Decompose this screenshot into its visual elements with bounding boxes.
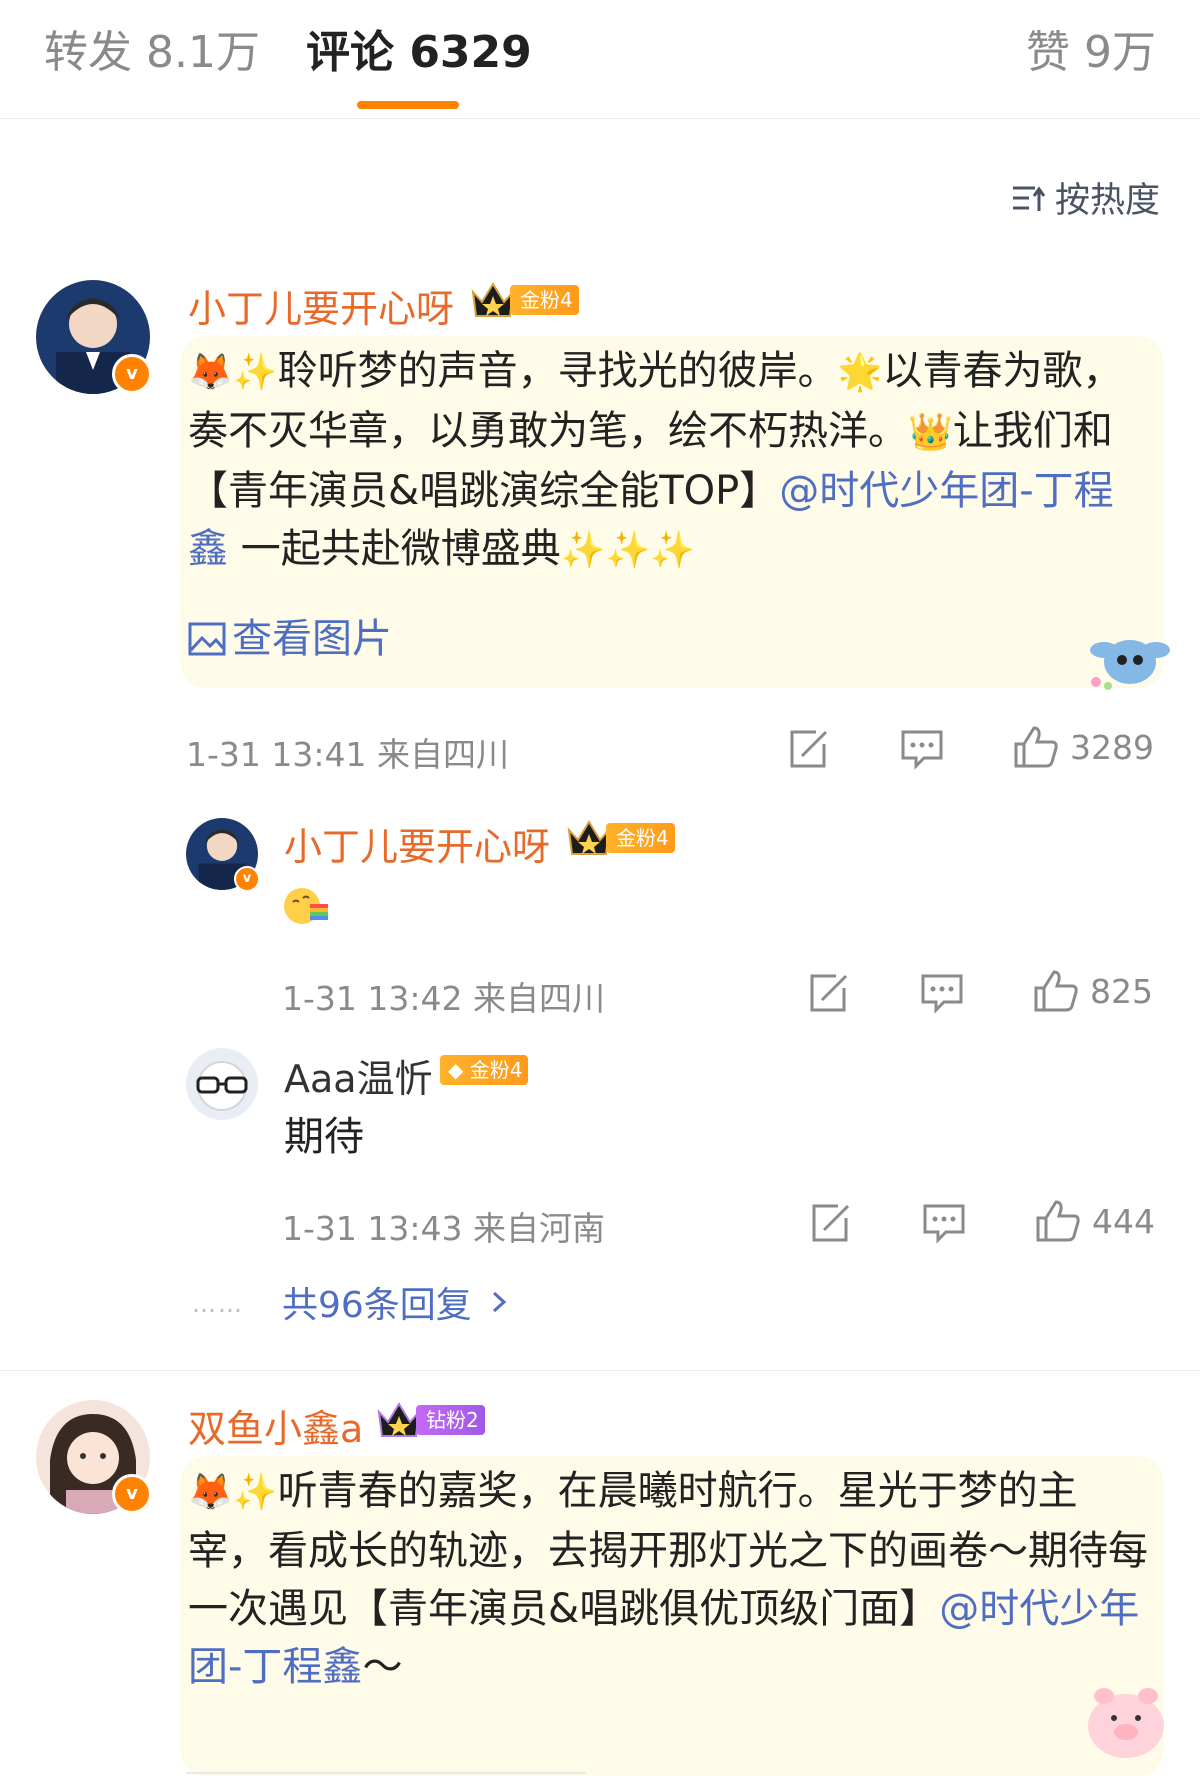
share-button[interactable]	[786, 728, 830, 770]
comment-icon	[901, 730, 943, 770]
fan-badge: ◆ 金粉4	[440, 1052, 529, 1088]
fan-level-label: 金粉4	[510, 285, 579, 315]
reply-username[interactable]: Aaa温忻	[284, 1048, 433, 1103]
share-button[interactable]	[808, 1202, 852, 1244]
reply-avatar[interactable]	[186, 1048, 258, 1120]
reply-timestamp: 1-31 13:43 来自河南	[282, 1209, 605, 1248]
share-icon	[790, 730, 828, 768]
reply-text: 期待	[284, 1114, 364, 1160]
fan-badge: 金粉4	[566, 820, 675, 856]
like-button[interactable]: 3289	[1012, 724, 1154, 770]
diamond-icon: ◆	[448, 1058, 464, 1082]
tab-bar: 转发 8.1万 评论 6329 赞 9万	[0, 0, 1200, 119]
tab-comments[interactable]: 评论 6329	[306, 24, 532, 82]
reply-button[interactable]	[922, 1202, 966, 1244]
tab-likes[interactable]: 赞 9万	[1026, 24, 1156, 82]
divider-dots: ……	[192, 1290, 244, 1318]
fox-emoji-icon: 🦊	[188, 1472, 233, 1513]
image-icon	[188, 622, 226, 656]
sparkles-emoji-icon: ✨✨✨	[560, 530, 696, 571]
star-emoji-icon: 🌟	[837, 352, 883, 393]
share-icon	[812, 1204, 850, 1242]
view-image-link[interactable]: 查看图片	[188, 610, 392, 668]
chevron-right-icon	[492, 1291, 507, 1313]
comment-divider	[0, 1370, 1200, 1371]
rainbow-face-emoji-icon	[282, 884, 330, 932]
fan-level-label: 钻粉2	[416, 1405, 485, 1435]
comment-username[interactable]: 小丁儿要开心呀	[188, 278, 454, 333]
bottom-divider	[186, 1772, 586, 1774]
active-tab-indicator	[357, 101, 459, 109]
like-button[interactable]: 825	[1032, 968, 1153, 1014]
view-more-replies-link[interactable]: 共96条回复	[282, 1276, 512, 1328]
reply-button[interactable]	[920, 972, 964, 1014]
sort-label: 按热度	[1054, 181, 1160, 221]
reply-button[interactable]	[900, 728, 944, 770]
sparkles-emoji-icon: ✨	[232, 352, 278, 393]
comment-timestamp: 1-31 13:41 来自四川	[186, 735, 509, 774]
crown-emoji-icon: 👑	[908, 412, 953, 453]
fan-level-label: ◆ 金粉4	[440, 1055, 529, 1085]
comment-text: 🦊✨聆听梦的声音，寻找光的彼岸。🌟以青春为歌，奏不灭华章，以勇敢为笔，绘不朽热洋…	[188, 348, 1123, 572]
verified-badge-icon: v	[112, 354, 152, 394]
comment-username[interactable]: 双鱼小鑫a	[188, 1398, 363, 1453]
fox-emoji-icon: 🦊	[188, 352, 233, 393]
like-count: 3289	[1070, 727, 1154, 767]
reply-username[interactable]: 小丁儿要开心呀	[284, 816, 550, 871]
thumbs-up-icon	[1036, 1200, 1080, 1242]
share-button[interactable]	[806, 972, 850, 1014]
comment-icon	[923, 1204, 965, 1244]
like-count: 444	[1092, 1201, 1155, 1241]
sparkles-emoji-icon: ✨	[232, 1472, 278, 1513]
reply-timestamp: 1-31 13:42 来自四川	[282, 979, 605, 1018]
tab-repost[interactable]: 转发 8.1万	[44, 24, 260, 82]
verified-badge-icon: v	[234, 866, 260, 892]
sort-by-hot-button[interactable]: 按热度	[1011, 172, 1160, 223]
thumbs-up-icon	[1014, 726, 1058, 768]
sticker-icon	[1090, 640, 1170, 690]
sort-icon	[1012, 185, 1046, 211]
fan-level-label: 金粉4	[606, 823, 675, 853]
comment-icon	[921, 974, 963, 1014]
thumbs-up-icon	[1034, 970, 1078, 1012]
like-count: 825	[1090, 971, 1153, 1011]
verified-badge-icon: v	[112, 1474, 152, 1514]
fan-badge: 钻粉2	[376, 1402, 485, 1438]
like-button[interactable]: 444	[1034, 1198, 1155, 1244]
fan-badge: 金粉4	[470, 282, 579, 318]
comment-text: 🦊✨听青春的嘉奖，在晨曦时航行。星光于梦的主宰，看成长的轨迹，去揭开那灯光之下的…	[188, 1468, 1148, 1690]
share-icon	[810, 974, 848, 1012]
